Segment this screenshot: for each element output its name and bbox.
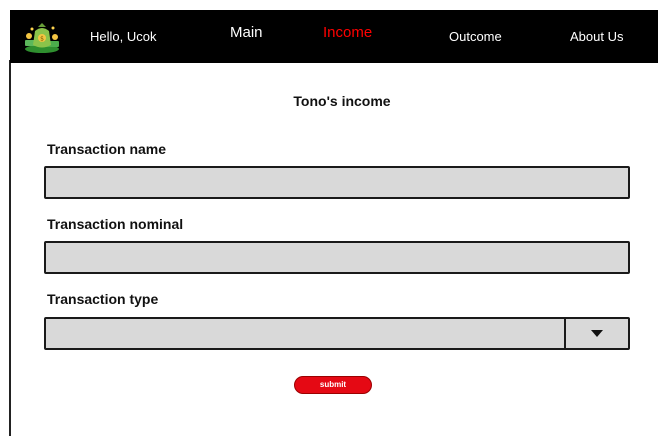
submit-button[interactable]: submit <box>294 376 372 394</box>
nav-item-main[interactable]: Main <box>230 6 263 59</box>
nav-item-outcome[interactable]: Outcome <box>449 10 502 63</box>
transaction-type-dropdown-button[interactable] <box>566 319 628 348</box>
transaction-name-label: Transaction name <box>47 141 167 157</box>
transaction-name-input[interactable] <box>46 168 628 197</box>
nav-item-income[interactable]: Income <box>323 6 372 59</box>
nav-item-about-us[interactable]: About Us <box>570 10 623 63</box>
greeting-text: Hello, Ucok <box>90 29 157 44</box>
caret-down-icon <box>591 330 603 337</box>
transaction-nominal-label: Transaction nominal <box>47 216 184 232</box>
transaction-type-value[interactable] <box>46 319 564 348</box>
page-title: Tono's income <box>293 93 391 109</box>
top-navbar: $ Hello, Ucok Main Income Outcome About … <box>10 10 658 63</box>
transaction-type-select[interactable] <box>44 317 630 350</box>
money-bag-icon[interactable]: $ <box>22 19 62 55</box>
transaction-type-label: Transaction type <box>47 291 159 307</box>
transaction-nominal-input[interactable] <box>46 243 628 272</box>
transaction-nominal-field[interactable] <box>44 241 630 274</box>
page-border-left <box>9 60 11 436</box>
transaction-name-field[interactable] <box>44 166 630 199</box>
svg-text:$: $ <box>40 36 44 43</box>
